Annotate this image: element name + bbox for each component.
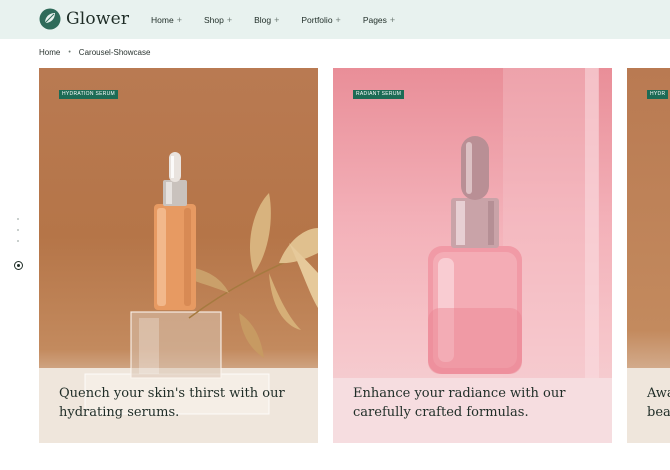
logo[interactable]: Glower — [39, 8, 129, 30]
card-caption: Quench your skin's thirst with our hydra… — [59, 384, 299, 422]
nav-item-blog[interactable]: Blog + — [254, 15, 279, 25]
nav-item-portfolio[interactable]: Portfolio + — [301, 15, 340, 25]
pagination-dot[interactable] — [17, 240, 19, 242]
leaf-logo-icon — [39, 8, 61, 30]
caption-line: Awa — [647, 386, 670, 401]
nav-label: Pages — [362, 14, 387, 25]
breadcrumb-home-link[interactable]: Home — [39, 48, 60, 57]
breadcrumb-separator: • — [68, 49, 71, 56]
nav-item-pages[interactable]: Pages + — [363, 15, 395, 25]
plus-icon: + — [226, 14, 233, 25]
site-header: Glower Home + Shop + Blog + Portfolio + … — [0, 0, 670, 39]
main-nav: Home + Shop + Blog + Portfolio + Pages + — [151, 0, 417, 39]
breadcrumb-current: Carousel-Showcase — [78, 48, 151, 57]
carousel-card-radiant[interactable]: RADIANT SERUM Enhance your radiance with… — [333, 68, 612, 443]
nav-label: Home — [151, 14, 174, 25]
nav-item-home[interactable]: Home + — [151, 15, 182, 25]
plus-icon: + — [335, 14, 341, 25]
pagination-dot-active[interactable] — [14, 261, 23, 270]
breadcrumb: Home • Carousel-Showcase — [39, 48, 150, 57]
caption-line: carefully crafted formulas. — [353, 405, 529, 420]
caption-line: Enhance your radiance with our — [353, 386, 566, 401]
caption-line: Quench your skin's thirst with our — [59, 386, 285, 401]
caption-line: hydrating serums. — [59, 405, 180, 420]
product-badge: HYDRATION SERUM — [59, 90, 119, 99]
product-badge: HYDR — [647, 90, 669, 99]
nav-label: Shop — [203, 14, 224, 25]
card-caption: Awa bea — [647, 384, 670, 422]
nav-item-shop[interactable]: Shop + — [204, 15, 232, 25]
nav-label: Portfolio — [301, 14, 333, 25]
pagination-dot[interactable] — [17, 229, 19, 231]
carousel-card-hydration[interactable]: HYDRATION SERUM Quench your skin's thirs… — [39, 68, 318, 443]
plus-icon: + — [274, 14, 280, 25]
card-caption: Enhance your radiance with our carefully… — [353, 384, 593, 422]
plus-icon: + — [389, 14, 396, 25]
plus-icon: + — [176, 14, 182, 25]
caption-line: bea — [647, 405, 670, 420]
nav-label: Blog — [254, 14, 272, 25]
pagination-dot[interactable] — [17, 218, 19, 220]
product-badge: RADIANT SERUM — [353, 90, 405, 99]
carousel-card-partial[interactable]: HYDR Awa bea — [627, 68, 670, 443]
brand-name: Glower — [66, 9, 130, 29]
